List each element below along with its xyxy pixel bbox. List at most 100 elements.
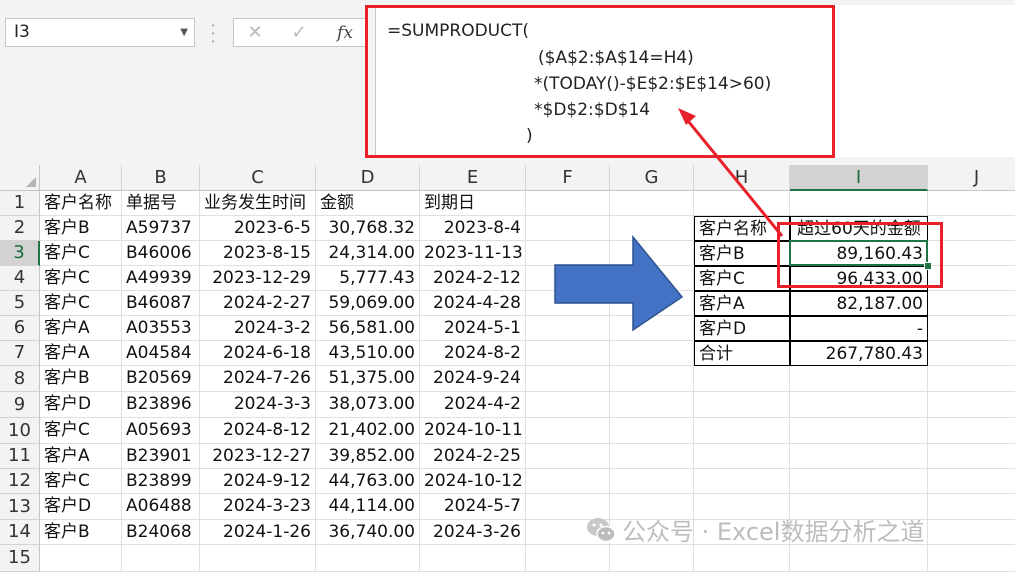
column-header-d[interactable]: D bbox=[316, 165, 420, 191]
cell[interactable] bbox=[928, 520, 1015, 545]
table-cell[interactable]: 2024-1-26 bbox=[200, 520, 316, 545]
column-header-i[interactable]: I bbox=[790, 165, 928, 191]
table-cell[interactable]: B23901 bbox=[122, 444, 200, 469]
cell[interactable] bbox=[122, 545, 200, 572]
cell[interactable] bbox=[526, 191, 610, 216]
summary-cell[interactable]: 客户A bbox=[694, 291, 790, 316]
cell[interactable] bbox=[694, 392, 790, 418]
cell[interactable] bbox=[790, 418, 928, 444]
table-cell[interactable]: 客户B bbox=[40, 366, 122, 392]
table-cell[interactable]: B20569 bbox=[122, 366, 200, 392]
cell[interactable] bbox=[928, 291, 1015, 316]
cell[interactable] bbox=[790, 545, 928, 572]
row-header-1[interactable]: 1 bbox=[0, 191, 40, 216]
cell[interactable] bbox=[694, 366, 790, 392]
cell[interactable] bbox=[610, 469, 694, 494]
table-cell[interactable]: 59,069.00 bbox=[316, 291, 420, 316]
table-cell[interactable]: 2024-3-3 bbox=[200, 392, 316, 418]
drag-grip-icon[interactable]: · · · bbox=[206, 18, 220, 50]
column-header-f[interactable]: F bbox=[526, 165, 610, 191]
table-header-cell[interactable]: 业务发生时间 bbox=[200, 191, 316, 216]
cell[interactable] bbox=[526, 241, 610, 266]
cell[interactable] bbox=[526, 291, 610, 316]
column-header-j[interactable]: J bbox=[928, 165, 1015, 191]
cell[interactable] bbox=[200, 545, 316, 572]
cell[interactable] bbox=[694, 418, 790, 444]
summary-cell[interactable]: 267,780.43 bbox=[790, 341, 928, 366]
row-header-14[interactable]: 14 bbox=[0, 520, 40, 545]
cell[interactable] bbox=[526, 444, 610, 469]
table-cell[interactable]: 51,375.00 bbox=[316, 366, 420, 392]
row-header-6[interactable]: 6 bbox=[0, 316, 40, 341]
cell[interactable] bbox=[790, 444, 928, 469]
table-cell[interactable]: 2024-3-2 bbox=[200, 316, 316, 341]
table-cell[interactable]: 56,581.00 bbox=[316, 316, 420, 341]
table-cell[interactable]: 2023-8-15 bbox=[200, 241, 316, 266]
insert-function-icon[interactable]: fx bbox=[330, 21, 360, 45]
cell[interactable] bbox=[928, 545, 1015, 572]
cell[interactable] bbox=[928, 366, 1015, 392]
cell[interactable] bbox=[928, 469, 1015, 494]
summary-cell[interactable]: 82,187.00 bbox=[790, 291, 928, 316]
table-cell[interactable]: 2024-9-24 bbox=[420, 366, 526, 392]
table-cell[interactable]: 客户A bbox=[40, 341, 122, 366]
table-cell[interactable]: 2024-3-26 bbox=[420, 520, 526, 545]
select-all-corner[interactable] bbox=[0, 165, 40, 191]
table-cell[interactable]: 2024-2-12 bbox=[420, 266, 526, 291]
row-header-12[interactable]: 12 bbox=[0, 469, 40, 494]
row-header-11[interactable]: 11 bbox=[0, 444, 40, 469]
cell[interactable] bbox=[526, 469, 610, 494]
row-header-4[interactable]: 4 bbox=[0, 266, 40, 291]
table-cell[interactable]: 客户C bbox=[40, 266, 122, 291]
table-cell[interactable]: 客户A bbox=[40, 444, 122, 469]
summary-cell[interactable]: - bbox=[790, 316, 928, 341]
table-cell[interactable]: 客户B bbox=[40, 520, 122, 545]
table-cell[interactable]: 2024-10-12 bbox=[420, 469, 526, 494]
table-cell[interactable]: 2024-9-12 bbox=[200, 469, 316, 494]
cell[interactable] bbox=[610, 545, 694, 572]
cell[interactable] bbox=[928, 494, 1015, 520]
table-cell[interactable]: 客户A bbox=[40, 316, 122, 341]
cell[interactable] bbox=[526, 316, 610, 341]
name-box[interactable]: I3 ▼ bbox=[5, 18, 195, 47]
table-cell[interactable]: 客户C bbox=[40, 469, 122, 494]
table-cell[interactable]: B23896 bbox=[122, 392, 200, 418]
table-cell[interactable]: 44,763.00 bbox=[316, 469, 420, 494]
cell[interactable] bbox=[610, 291, 694, 316]
cell[interactable] bbox=[316, 545, 420, 572]
table-cell[interactable]: A03553 bbox=[122, 316, 200, 341]
table-cell[interactable]: 2024-8-12 bbox=[200, 418, 316, 444]
table-cell[interactable]: 38,073.00 bbox=[316, 392, 420, 418]
cell[interactable] bbox=[526, 545, 610, 572]
row-header-9[interactable]: 9 bbox=[0, 392, 40, 418]
cell[interactable] bbox=[610, 241, 694, 266]
table-header-cell[interactable]: 到期日 bbox=[420, 191, 526, 216]
cell[interactable] bbox=[420, 545, 526, 572]
cell[interactable] bbox=[526, 392, 610, 418]
cell[interactable] bbox=[610, 392, 694, 418]
table-cell[interactable]: 43,510.00 bbox=[316, 341, 420, 366]
table-cell[interactable]: A49939 bbox=[122, 266, 200, 291]
table-cell[interactable]: A06488 bbox=[122, 494, 200, 520]
column-header-h[interactable]: H bbox=[694, 165, 790, 191]
cell[interactable] bbox=[790, 366, 928, 392]
table-cell[interactable]: 2024-3-23 bbox=[200, 494, 316, 520]
column-header-a[interactable]: A bbox=[40, 165, 122, 191]
table-header-cell[interactable]: 金额 bbox=[316, 191, 420, 216]
cell[interactable] bbox=[610, 418, 694, 444]
table-cell[interactable]: 2023-12-27 bbox=[200, 444, 316, 469]
cell[interactable] bbox=[928, 191, 1015, 216]
table-cell[interactable]: 客户C bbox=[40, 291, 122, 316]
cell[interactable] bbox=[790, 191, 928, 216]
table-cell[interactable]: 2024-5-1 bbox=[420, 316, 526, 341]
cell[interactable] bbox=[790, 392, 928, 418]
table-cell[interactable]: 客户C bbox=[40, 241, 122, 266]
table-cell[interactable]: 2024-4-28 bbox=[420, 291, 526, 316]
row-header-13[interactable]: 13 bbox=[0, 494, 40, 520]
row-header-8[interactable]: 8 bbox=[0, 366, 40, 392]
cell[interactable] bbox=[694, 545, 790, 572]
cell[interactable] bbox=[610, 216, 694, 241]
table-header-cell[interactable]: 客户名称 bbox=[40, 191, 122, 216]
table-cell[interactable]: 39,852.00 bbox=[316, 444, 420, 469]
summary-cell[interactable]: 客户D bbox=[694, 316, 790, 341]
